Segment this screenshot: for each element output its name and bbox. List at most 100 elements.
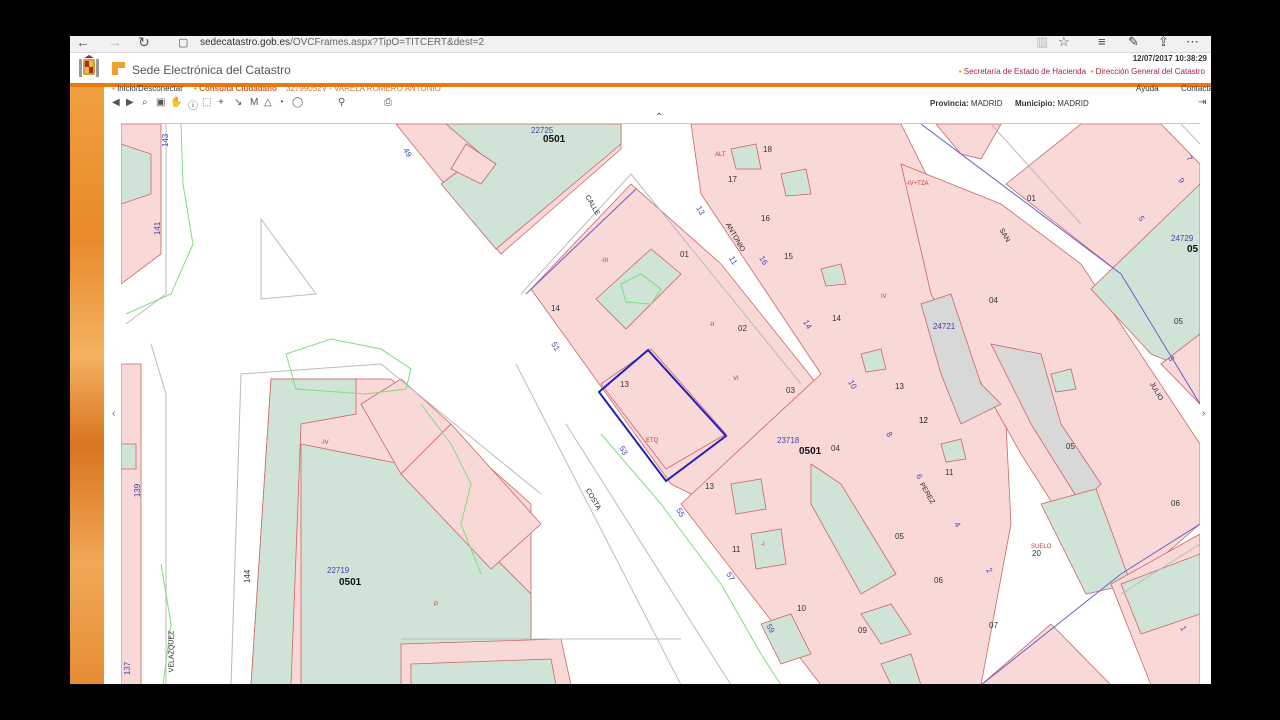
organizations: ▪ Secretaría de Estado de Hacienda ▪ Dir… [958,67,1205,76]
browser-toolbar: ← → ↻ ▢ sedecatastro.gob.es/OVCFrames.as… [70,36,1211,53]
catastro-logo-icon [112,62,125,75]
parcel-number: 12 [919,416,928,425]
sheet-label: 0501 [339,577,362,588]
help-link[interactable]: Ayuda [1136,84,1159,93]
pan-right-icon[interactable]: ▶ [126,97,134,108]
house-number: 144 [243,569,253,584]
exit-icon[interactable]: ⇥ [1198,97,1206,108]
parcel-left-edge[interactable] [121,363,142,684]
parcel-number: 13 [705,482,714,491]
parcel-number: 04 [989,296,998,305]
zoom-icon[interactable]: ⌕ [142,97,148,108]
parcel-number: 13 [895,382,904,391]
sheet-label: 05 [1187,244,1199,255]
parcel-number: 05 [1066,442,1075,451]
map-toolbar: ◀ ▶ ⌕ ▣ ✋ ⓘ ⬚ + ↘ M △ ◔ ◯ ⚲ ⎙ Provincia:… [110,96,1211,112]
parcel-number: 13 [620,380,629,389]
contact-link[interactable]: Contactar [1181,84,1211,93]
reader-icon[interactable]: ▥ [1036,36,1048,50]
select-icon[interactable]: ⬚ [202,97,211,108]
parcel-number: 14 [832,314,841,323]
back-icon[interactable]: ← [76,36,90,50]
cadastral-map[interactable]: .pr { fill:#f9d8d8; stroke:#c66; stroke-… [121,123,1200,684]
use-label: -II [709,322,715,328]
parcel-number: 04 [831,444,840,453]
address-bar[interactable]: sedecatastro.gob.es/OVCFrames.aspx?TipO=… [200,37,484,48]
parcel-number: 02 [738,324,747,333]
use-label: VI [733,376,739,382]
pan-left-icon[interactable]: ◀ [112,97,120,108]
url-host: sedecatastro.gob.es [200,37,291,48]
block-code: 24721 [933,322,956,331]
use-label: IV [881,294,887,300]
parcel-number: 05 [895,532,904,541]
site-header: Sede Electrónica del Catastro 12/07/2017… [70,53,1211,84]
house-number: 141 [153,221,163,236]
house-number: 139 [133,483,143,498]
screen: ← → ↻ ▢ sedecatastro.gob.es/OVCFrames.as… [70,36,1211,684]
org-direccion-link[interactable]: Dirección General del Catastro [1096,67,1205,76]
use-label: SUELO [1031,544,1052,550]
comment2-icon[interactable]: ◯ [292,97,303,108]
block-code: 24729 [1171,234,1194,243]
zoom-in-icon[interactable]: + [218,97,224,108]
use-label: -IV [321,440,329,446]
measure-icon[interactable]: ↘ [234,97,242,108]
pen-icon[interactable]: ✎ [1128,36,1139,50]
parcel-number: 14 [551,304,560,313]
more-icon[interactable]: ⋯ [1186,36,1199,50]
info-icon[interactable]: ⓘ [188,97,198,112]
use-label: -IV+TZA [906,181,929,187]
use-label: ETQ [646,438,659,444]
parcel-number: 03 [786,386,795,395]
bookmark-star-icon[interactable]: ☆ [1058,36,1070,50]
user-label: 32799052V - VARELA ROMERO ANTONIO [286,84,441,93]
provincia: Provincia: MADRID [930,99,1003,108]
parcel-number: 18 [763,145,772,154]
org-secretaria-link[interactable]: Secretaría de Estado de Hacienda [964,67,1086,76]
use-label: -I [761,542,765,548]
street-edge [150,343,167,684]
consulta-ciudadano-link[interactable]: ▪ Consulta Ciudadano [194,84,277,93]
comment-icon[interactable]: ◔ [278,97,284,108]
parcel-number: 06 [934,576,943,585]
pan-right-arrow[interactable]: › [1202,408,1205,419]
page-icon: ▢ [178,37,189,49]
use-label: P [434,602,439,608]
area-icon[interactable]: △ [264,97,272,108]
forward-icon[interactable]: → [108,36,122,50]
courtyard[interactable] [730,143,762,170]
parcel-number: 16 [761,214,770,223]
layers-icon[interactable]: ▣ [156,97,165,108]
login-link[interactable]: ▪ Inicio/Desconectar [112,84,183,93]
parcel[interactable] [935,124,1002,160]
pan-left-arrow[interactable]: ‹ [112,408,115,419]
parcel-number: 20 [1032,549,1041,558]
parcel-number: 05 [1174,317,1183,326]
courtyard[interactable] [121,143,152,205]
reload-icon[interactable]: ↻ [138,36,150,51]
print-icon[interactable]: ⎙ [384,97,392,108]
parcel-number: 11 [732,545,741,554]
courtyard[interactable] [730,478,767,515]
use-label: ALT [715,152,726,158]
street-edge [1180,124,1200,145]
secondary-nav: ▪ Inicio/Desconectar ▪ Consulta Ciudadan… [110,84,1211,94]
menu-icon[interactable]: ≡ [1098,36,1106,49]
block-code: 22719 [327,566,350,575]
parcel-number: 15 [784,252,793,261]
courtyard[interactable] [121,443,137,470]
house-number: 143 [161,133,171,148]
site-title: Sede Electrónica del Catastro [132,63,291,77]
courtyard[interactable] [750,528,787,570]
hand-icon[interactable]: ✋ [170,97,182,108]
map-canvas[interactable]: .pr { fill:#f9d8d8; stroke:#c66; stroke-… [121,124,1200,684]
location-icon[interactable]: ⚲ [338,97,345,108]
m-icon[interactable]: M [250,97,258,108]
parcel-number: 10 [797,604,806,613]
pan-up-arrow[interactable]: ⌃ [655,112,663,123]
coat-of-arms-icon [79,55,99,77]
share-icon[interactable]: ⇪ [1158,36,1169,50]
parcel-number: 06 [1171,499,1180,508]
courtyard[interactable] [780,168,812,197]
